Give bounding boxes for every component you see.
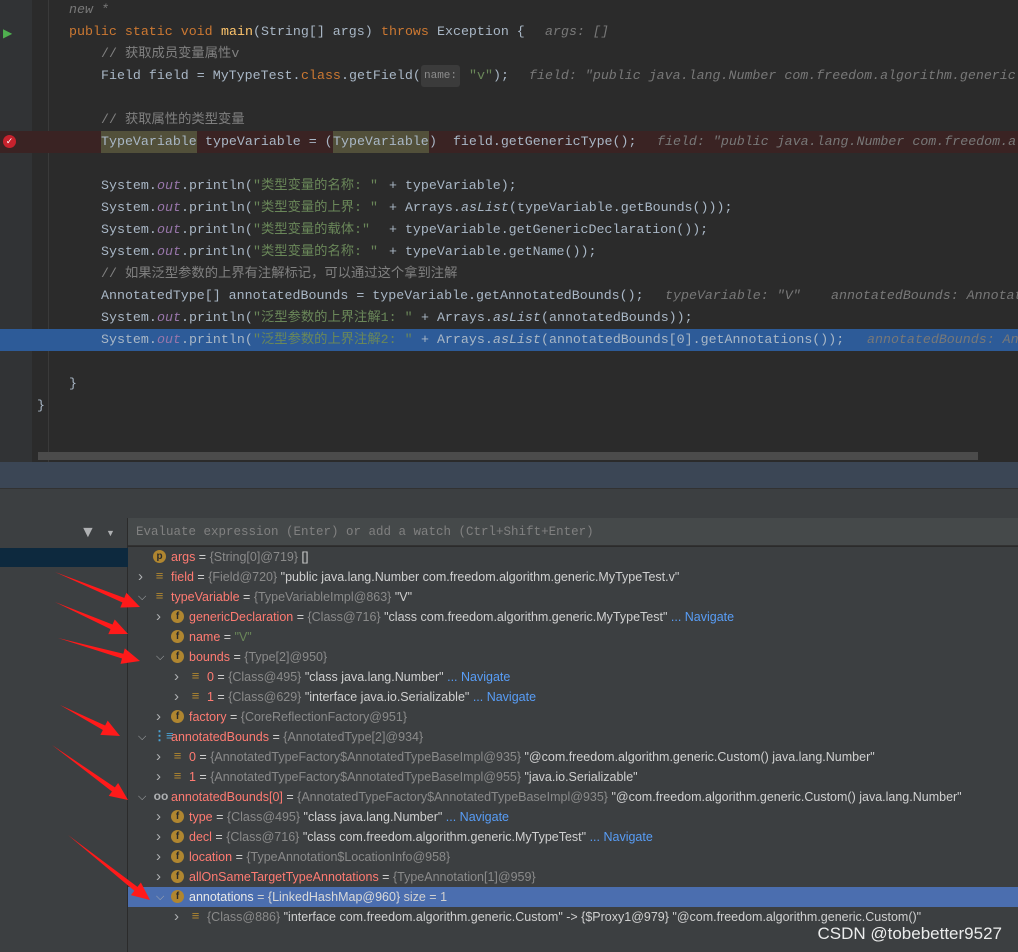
red-arrow [55, 572, 140, 608]
watermark: CSDN @tobebetter9527 [817, 924, 1002, 943]
red-arrow [52, 745, 128, 800]
red-arrow [68, 835, 150, 900]
red-arrow [55, 602, 128, 635]
red-arrow [58, 638, 140, 664]
red-arrow [60, 705, 120, 736]
annotation-arrows [52, 572, 150, 900]
